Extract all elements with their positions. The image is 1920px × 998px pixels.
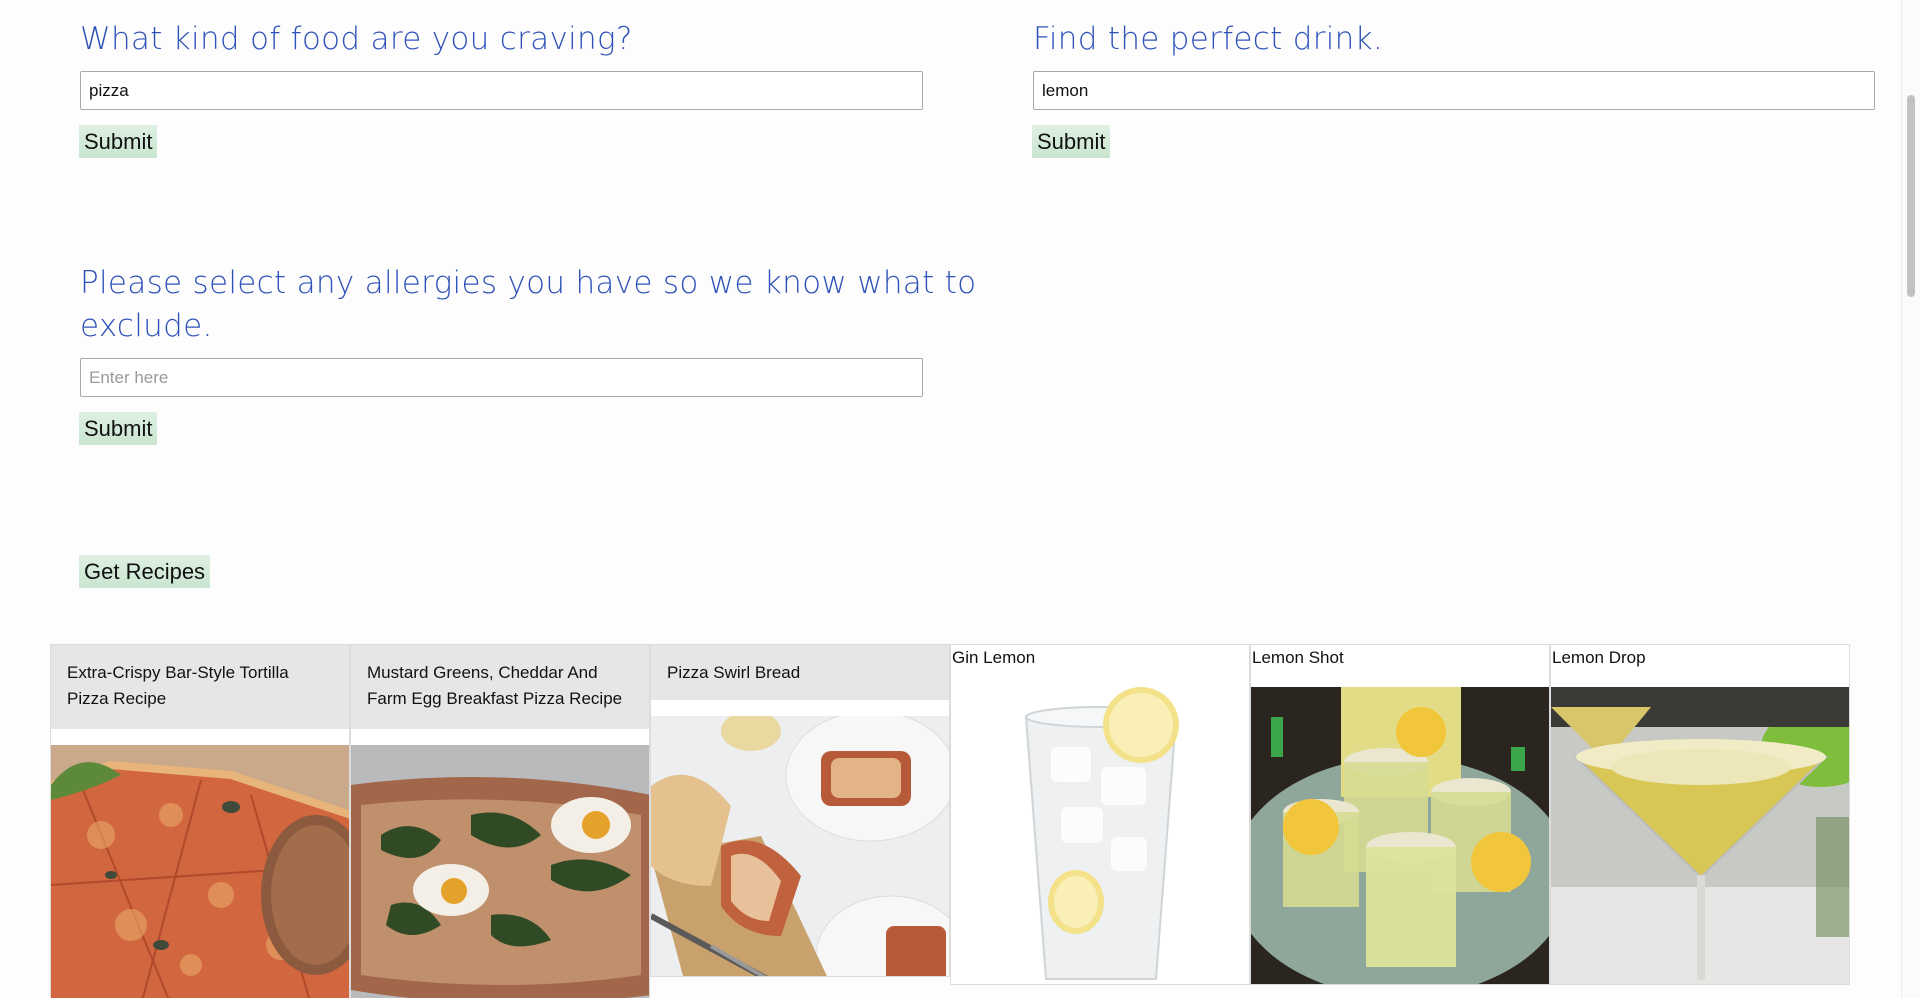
martini-glass-photo[interactable] [1551, 687, 1849, 984]
drink-heading: Find the perfect drink. [1033, 21, 1384, 57]
allergies-input[interactable] [80, 358, 923, 397]
allergies-heading-line1: Please select any allergies you have so … [80, 265, 977, 301]
lemon-shots-photo[interactable] [1251, 687, 1549, 984]
drink-title[interactable]: Lemon Drop [1551, 645, 1849, 687]
allergies-submit-button[interactable]: Submit [79, 412, 158, 445]
results-row: Extra-Crispy Bar-Style Tortilla Pizza Re… [50, 644, 1850, 998]
recipe-title[interactable]: Mustard Greens, Cheddar And Farm Egg Bre… [351, 645, 649, 729]
allergies-heading-line2: exclude. [80, 308, 213, 344]
recipe-card[interactable]: Pizza Swirl Bread [650, 644, 950, 977]
food-heading: What kind of food are you craving? [80, 21, 633, 57]
card-spacer [351, 729, 649, 745]
swirl-bread-photo[interactable] [651, 716, 949, 976]
drink-card[interactable]: Lemon Drop [1550, 644, 1850, 985]
drink-title[interactable]: Gin Lemon [951, 645, 1249, 687]
recipe-card[interactable]: Extra-Crispy Bar-Style Tortilla Pizza Re… [50, 644, 350, 998]
drink-search-input[interactable] [1033, 71, 1875, 110]
pizza-slices-photo[interactable] [51, 745, 349, 998]
get-recipes-button[interactable]: Get Recipes [79, 555, 211, 588]
drink-submit-button[interactable]: Submit [1032, 125, 1111, 158]
recipe-title[interactable]: Pizza Swirl Bread [651, 645, 949, 700]
food-submit-button[interactable]: Submit [79, 125, 158, 158]
drink-card[interactable]: Gin Lemon [950, 644, 1250, 985]
recipe-card[interactable]: Mustard Greens, Cheddar And Farm Egg Bre… [350, 644, 650, 998]
drink-title[interactable]: Lemon Shot [1251, 645, 1549, 687]
scrollbar-thumb[interactable] [1907, 95, 1915, 297]
allergies-heading: Please select any allergies you have so … [80, 262, 976, 348]
card-spacer [651, 700, 949, 716]
scrollbar[interactable] [1901, 0, 1920, 998]
page: What kind of food are you craving? Submi… [0, 0, 1920, 998]
card-spacer [51, 729, 349, 745]
highball-lemon-photo[interactable] [951, 687, 1249, 984]
food-search-input[interactable] [80, 71, 923, 110]
drink-card[interactable]: Lemon Shot [1250, 644, 1550, 985]
recipe-title[interactable]: Extra-Crispy Bar-Style Tortilla Pizza Re… [51, 645, 349, 729]
greens-egg-pizza-photo[interactable] [351, 745, 649, 998]
